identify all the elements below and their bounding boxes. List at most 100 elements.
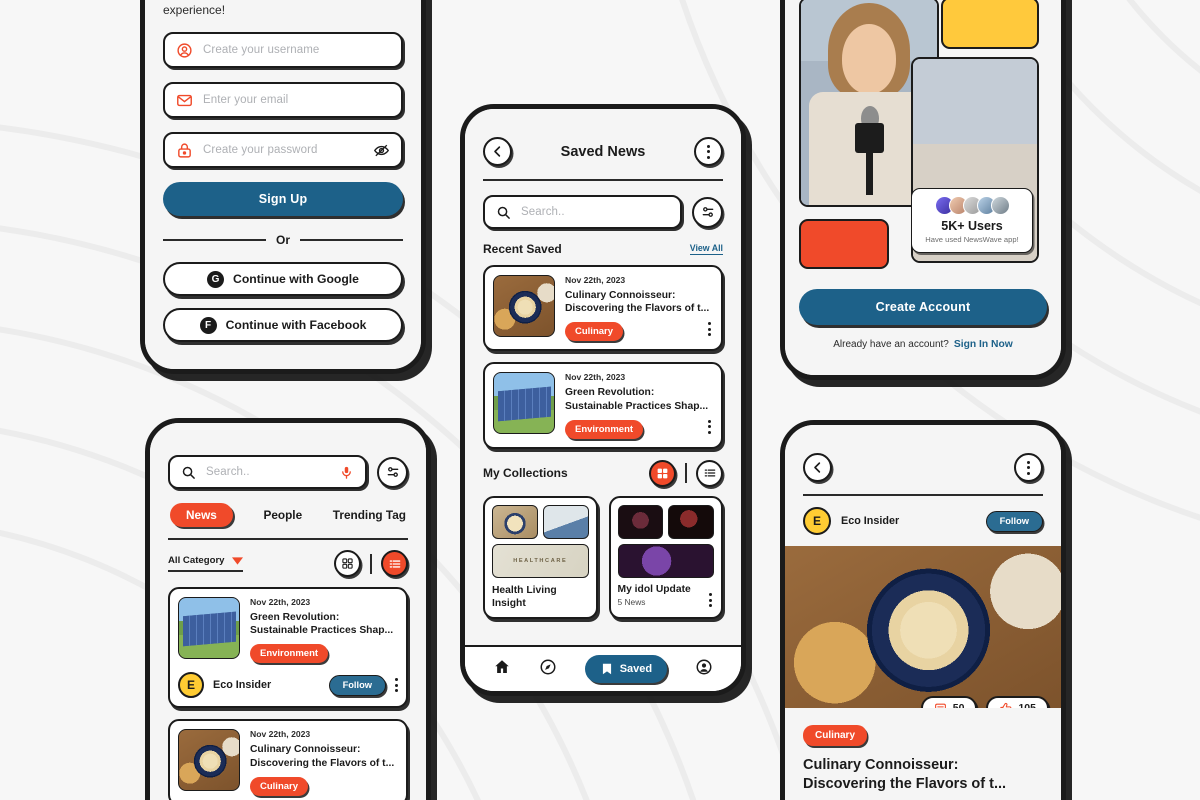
article-tag[interactable]: Environment xyxy=(250,644,329,664)
article-menu-icon[interactable] xyxy=(395,678,398,693)
continue-with-google-button[interactable]: G Continue with Google xyxy=(163,262,403,296)
signup-screen-phone: experience! Create your username Enter y… xyxy=(140,0,426,374)
engagement-stats: 50 105 xyxy=(920,696,1049,708)
search-icon xyxy=(181,465,196,480)
search-placeholder: Search.. xyxy=(521,206,565,218)
facebook-button-label: Continue with Facebook xyxy=(225,318,367,332)
article-date: Nov 22th, 2023 xyxy=(565,275,626,285)
collection-thumb xyxy=(617,504,664,539)
comment-icon xyxy=(934,702,947,708)
username-field[interactable]: Create your username xyxy=(163,32,403,68)
author-avatar: E xyxy=(178,672,204,699)
orange-accent-block xyxy=(799,219,889,269)
arrow-left-icon xyxy=(810,460,825,475)
search-icon xyxy=(496,205,511,220)
list-view-icon xyxy=(703,466,717,480)
list-view-toggle[interactable] xyxy=(696,459,723,487)
saved-news-item[interactable]: Nov 22th, 2023 Green Revolution: Sustain… xyxy=(483,362,723,449)
user-circle-icon xyxy=(176,42,193,59)
sliders-icon xyxy=(385,464,401,480)
collection-title: Health Living Insight xyxy=(492,584,557,610)
bookmark-icon xyxy=(600,662,614,676)
envelope-icon xyxy=(176,92,193,109)
password-field[interactable]: Create your password xyxy=(163,132,403,168)
category-dropdown[interactable]: All Category xyxy=(168,555,243,572)
nav-item-saved-label: Saved xyxy=(619,663,653,675)
facebook-icon: F xyxy=(199,316,217,334)
tab-trending-tag[interactable]: Trending Tag xyxy=(333,508,406,522)
likes-count: 105 xyxy=(1018,702,1036,708)
comments-stat[interactable]: 50 xyxy=(920,696,978,708)
google-button-label: Continue with Google xyxy=(233,272,359,286)
grid-view-toggle[interactable] xyxy=(649,459,676,487)
item-menu-icon[interactable] xyxy=(708,322,711,337)
article-tag[interactable]: Culinary xyxy=(250,776,309,796)
article-headline: Culinary Connoisseur: Discovering the Fl… xyxy=(250,744,395,769)
article-tag[interactable]: Environment xyxy=(565,419,644,439)
detail-header xyxy=(803,453,1043,482)
grid-view-toggle[interactable] xyxy=(334,550,361,577)
likes-stat[interactable]: 105 xyxy=(986,696,1049,708)
grid-view-icon xyxy=(341,557,354,570)
collection-thumb: HEALTHCARE xyxy=(492,543,589,578)
search-input[interactable]: Search.. xyxy=(168,455,367,489)
author-name: Eco Insider xyxy=(213,679,272,692)
feed-article-card[interactable]: Nov 22th, 2023 Green Revolution: Sustain… xyxy=(168,587,408,709)
password-placeholder: Create your password xyxy=(203,144,318,156)
users-caption-label: Have used NewsWave app! xyxy=(925,235,1019,244)
follow-button[interactable]: Follow xyxy=(985,510,1043,532)
lock-icon xyxy=(176,142,193,159)
saved-news-item[interactable]: Nov 22th, 2023 Culinary Connoisseur: Dis… xyxy=(483,265,723,352)
caret-down-icon xyxy=(231,556,243,565)
collection-card[interactable]: HEALTHCARE Health Living Insight xyxy=(483,495,598,620)
article-thumbnail xyxy=(493,275,555,337)
item-menu-icon[interactable] xyxy=(708,419,711,434)
article-hero-image: 50 105 xyxy=(785,546,1061,708)
sign-in-now-link[interactable]: Sign In Now xyxy=(954,339,1013,350)
user-icon xyxy=(695,658,713,676)
tab-news[interactable]: News xyxy=(170,503,233,527)
or-label: Or xyxy=(276,233,291,247)
sign-up-button[interactable]: Sign Up xyxy=(163,182,403,216)
microphone-icon[interactable] xyxy=(339,465,354,480)
back-button[interactable] xyxy=(803,453,832,482)
more-options-button[interactable] xyxy=(693,137,723,166)
collections-header: My Collections xyxy=(483,459,723,487)
collection-thumb xyxy=(617,543,714,578)
author-avatar: E xyxy=(803,507,831,535)
nav-item-explore[interactable] xyxy=(539,658,557,681)
create-account-button[interactable]: Create Account xyxy=(799,289,1047,325)
filter-button[interactable] xyxy=(692,196,723,228)
more-options-button[interactable] xyxy=(1014,453,1043,482)
tab-people[interactable]: People xyxy=(263,508,302,522)
nav-item-profile[interactable] xyxy=(695,658,713,681)
author-name: Eco Insider xyxy=(841,515,900,527)
article-tag[interactable]: Culinary xyxy=(565,322,624,342)
screenshot-canvas: experience! Create your username Enter y… xyxy=(0,0,1200,800)
continue-with-facebook-button[interactable]: F Continue with Facebook xyxy=(163,308,403,342)
collection-title: My idol Update xyxy=(617,583,691,595)
nav-item-saved[interactable]: Saved xyxy=(584,655,668,683)
back-button[interactable] xyxy=(483,137,512,166)
filter-button[interactable] xyxy=(377,456,408,488)
follow-button[interactable]: Follow xyxy=(328,674,386,696)
search-input[interactable]: Search.. xyxy=(483,195,682,229)
thumbs-up-icon xyxy=(999,702,1012,708)
yellow-accent-block xyxy=(941,0,1039,49)
category-row: All Category xyxy=(168,550,408,577)
feed-screen-phone: Search.. News People Trending Tag All Ca… xyxy=(145,418,431,800)
more-vertical-icon xyxy=(706,144,710,159)
view-all-link[interactable]: View All xyxy=(689,243,723,255)
users-social-proof-card: 5K+ Users Have used NewsWave app! xyxy=(911,188,1033,253)
article-tag[interactable]: Culinary xyxy=(803,725,868,746)
email-field[interactable]: Enter your email xyxy=(163,82,403,118)
feed-article-card[interactable]: Nov 22th, 2023 Culinary Connoisseur: Dis… xyxy=(168,719,408,800)
eye-off-icon[interactable] xyxy=(373,142,390,159)
nav-item-home[interactable] xyxy=(493,658,511,681)
collection-card[interactable]: My idol Update 5 News xyxy=(608,495,723,620)
email-placeholder: Enter your email xyxy=(203,94,289,106)
list-view-toggle[interactable] xyxy=(381,550,408,577)
user-avatars-stack xyxy=(921,196,1023,215)
collection-menu-icon[interactable] xyxy=(709,593,712,608)
article-headline: Culinary Connoisseur: Discovering the Fl… xyxy=(565,290,710,315)
